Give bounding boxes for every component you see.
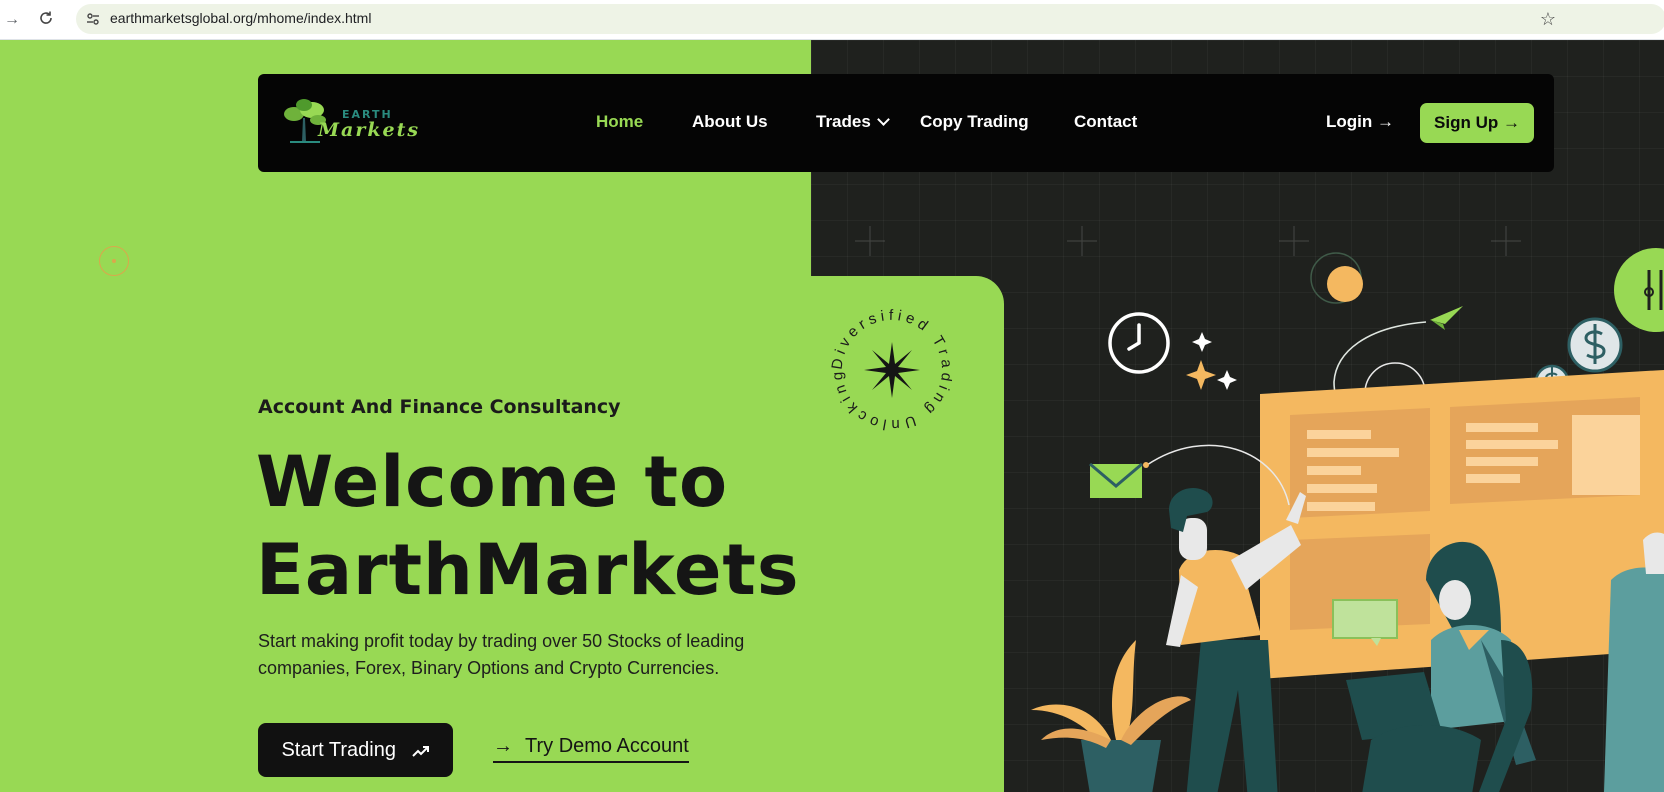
trending-up-icon <box>411 745 429 757</box>
start-trading-button[interactable]: Start Trading <box>258 723 453 777</box>
forward-icon[interactable]: → <box>2 10 22 30</box>
nav-trades-label: Trades <box>816 112 871 131</box>
decorative-ring <box>99 246 129 276</box>
page: Diversified Trading Unlocking EARTH Mark… <box>0 40 1664 792</box>
hero-headline: Welcome to EarthMarkets <box>256 438 800 614</box>
headline-line-2: EarthMarkets <box>256 529 800 611</box>
nav-home[interactable]: Home <box>596 112 643 132</box>
site-settings-icon[interactable] <box>86 12 100 26</box>
nav-copy-trading[interactable]: Copy Trading <box>920 112 1029 132</box>
sign-up-button[interactable]: Sign Up → <box>1420 103 1534 143</box>
main-navbar: EARTH Markets Home About Us Trades Copy … <box>258 74 1554 172</box>
nav-about-us[interactable]: About Us <box>692 112 768 132</box>
url-text[interactable]: earthmarketsglobal.org/mhome/index.html <box>110 10 371 26</box>
arrow-right-icon: → <box>493 735 513 757</box>
hero-subtext: Start making profit today by trading ove… <box>258 631 745 678</box>
try-demo-account-link[interactable]: → Try Demo Account <box>493 735 689 763</box>
browser-toolbar: → earthmarketsglobal.org/mhome/index.htm… <box>0 0 1664 40</box>
diversified-trading-badge: Diversified Trading Unlocking <box>829 307 952 433</box>
earth-markets-logo[interactable]: EARTH Markets <box>280 96 420 148</box>
star-icon[interactable]: ☆ <box>1540 9 1556 30</box>
login-link[interactable]: Login → <box>1326 112 1394 132</box>
nav-contact[interactable]: Contact <box>1074 112 1137 132</box>
headline-line-1: Welcome to <box>256 441 729 523</box>
hero-eyebrow: Account And Finance Consultancy <box>258 396 621 418</box>
reload-icon[interactable] <box>36 10 56 30</box>
logo-line-2: Markets <box>318 119 421 141</box>
star-burst-icon <box>864 342 920 398</box>
nav-trades[interactable]: Trades <box>816 112 890 132</box>
start-trading-label: Start Trading <box>281 739 396 761</box>
address-bar[interactable]: earthmarketsglobal.org/mhome/index.html … <box>76 4 1664 34</box>
try-demo-label: Try Demo Account <box>525 735 689 757</box>
chevron-down-icon <box>876 113 890 126</box>
